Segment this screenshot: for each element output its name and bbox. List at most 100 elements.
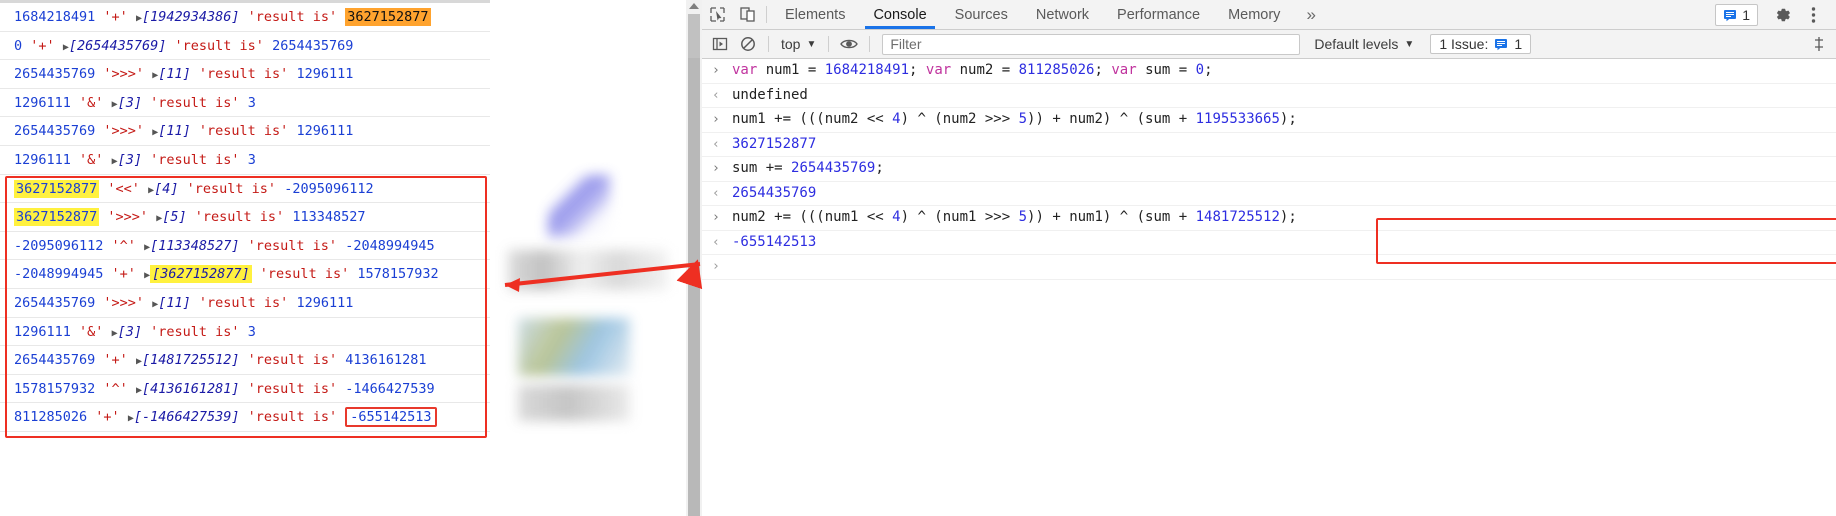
blurred-page-content [490,0,686,516]
log-result-label: 'result is' [247,352,338,369]
log-row[interactable]: 2654435769 '>>>' ▶[11] 'result is' 12961… [0,117,490,146]
tab-sources[interactable]: Sources [941,0,1022,29]
code-token: 2654435769 [791,160,876,176]
tabbar-divider [766,6,767,23]
log-operator: '&' [79,323,104,340]
log-row[interactable]: 1296111 '&' ▶[3] 'result is' 3 [0,89,490,118]
log-row[interactable]: -2095096112 '^' ▶[113348527] 'result is'… [0,232,490,261]
execution-context-select[interactable]: top ▼ [775,36,822,52]
log-row[interactable]: -2048994945 '+' ▶ [3627152877] 'result is… [0,260,490,289]
log-row[interactable]: 1578157932 '^' ▶[4136161281] 'result is'… [0,375,490,404]
log-operand-array: [1942934386] [141,9,240,25]
input-caret-icon: › [712,63,720,78]
console-output-line: ‹ 2654435769 [702,182,1836,206]
log-operand-left: 811285026 [14,409,88,426]
log-row[interactable]: 1296111 '&' ▶[3] 'result is' 3 [0,146,490,175]
console-message-list[interactable]: › var num1 = 1684218491; var num2 = 81128… [702,59,1836,280]
code-token: 1195533665 [1195,111,1280,127]
log-result-label: 'result is' [194,209,285,226]
input-caret-icon: › [712,112,720,127]
log-operand-array: [11] [158,123,191,140]
tab-elements[interactable]: Elements [771,0,859,29]
code-token: 4 [892,209,901,225]
message-icon [1495,39,1508,51]
device-toolbar-icon[interactable] [732,0,762,29]
log-operator: '<<' [107,180,140,197]
log-row[interactable]: 1296111 '&' ▶[3] 'result is' 3 [0,318,490,347]
log-row[interactable]: 0 '+' ▶[2654435769] 'result is' 26544357… [0,32,490,61]
log-row[interactable]: 2654435769 '>>>' ▶[11] 'result is' 12961… [0,60,490,89]
log-result-value: 1296111 [296,294,354,311]
log-row[interactable]: 1684218491 '+' ▶[1942934386] 'result is'… [0,3,490,32]
log-result-value: 113348527 [292,209,366,226]
log-operator: '^' [103,380,128,397]
code-token: = [807,62,825,78]
tab-memory[interactable]: Memory [1214,0,1294,29]
log-operator: '>>>' [107,209,149,226]
log-result-label: 'result is' [150,94,240,111]
execution-context-label: top [781,36,801,52]
code-token: sum += [732,160,792,176]
log-operand-array: [3627152877] [150,265,252,284]
log-levels-select[interactable]: Default levels ▼ [1314,36,1414,52]
blurred-block-middle [508,250,668,290]
scrollbar-thumb[interactable] [688,14,700,58]
tab-performance[interactable]: Performance [1103,0,1214,29]
code-token: num2 += (((num1 << [732,209,893,225]
log-row[interactable]: 3627152877 '>>>' ▶[5] 'result is' 113348… [0,203,490,232]
log-operator: '+' [111,266,136,283]
issues-label: 1 Issue: [1439,36,1489,52]
clear-console-icon[interactable] [734,32,762,56]
issues-chip[interactable]: 1 Issue: 1 [1430,34,1532,54]
more-vertical-icon[interactable] [1798,0,1828,29]
console-settings-icon[interactable] [1812,36,1832,52]
console-prompt-line[interactable]: › [702,255,1836,280]
code-token: 811285026 [1018,62,1095,78]
console-input-line: › sum += 2654435769; [702,157,1836,182]
log-row[interactable]: 811285026 '+' ▶[-1466427539] 'result is'… [0,403,490,432]
log-operator: '^' [111,237,136,254]
log-operand-left: 1578157932 [14,380,96,397]
toolbar-divider-1 [768,36,769,52]
log-operator: '+' [30,37,55,54]
filter-input[interactable] [882,33,1301,55]
log-operand-array: [4] [154,180,179,197]
chevron-down-icon: ▼ [806,38,817,50]
tab-network[interactable]: Network [1022,0,1103,29]
message-icon [1724,9,1737,21]
console-input-line: › var num1 = 1684218491; var num2 = 81128… [702,59,1836,84]
log-result-value: 4136161281 [345,352,427,369]
live-expression-eye-icon[interactable] [835,32,863,56]
scrollbar-track[interactable] [688,58,700,516]
gear-icon[interactable] [1768,0,1798,29]
log-operand-left: 1296111 [14,323,71,340]
log-result-label: 'result is' [186,180,277,197]
log-result-label: 'result is' [247,409,338,426]
log-result-label: 'result is' [150,151,240,168]
log-result-label: 'result is' [198,123,289,140]
message-count-badge[interactable]: 1 [1715,3,1758,26]
cursor-inspect-icon[interactable] [702,0,732,29]
console-sidebar-icon[interactable] [706,32,734,56]
scrollbar-up-arrow-icon[interactable] [689,3,699,9]
code-token: ) ^ (num1 >>> [900,209,1019,225]
code-token: undefined [732,86,808,103]
log-result-value: -2095096112 [284,180,374,197]
log-row[interactable]: 3627152877 '<<' ▶[4] 'result is' -209509… [0,175,490,204]
log-row[interactable]: 2654435769 '+' ▶[1481725512] 'result is'… [0,346,490,375]
output-caret-icon: ‹ [712,185,720,201]
log-operand-left: 2654435769 [14,352,96,369]
code-token: num2 [959,62,1002,78]
log-row[interactable]: 2654435769 '>>>' ▶[11] 'result is' 12961… [0,289,490,318]
console-input-line: › num2 += (((num1 << 4) ^ (num1 >>> 5)) +… [702,206,1836,231]
output-caret-icon: ‹ [712,87,720,103]
log-result-value: 3 [247,94,256,111]
page-scrollbar[interactable] [686,0,703,516]
log-operator: '&' [79,151,104,168]
input-caret-icon: › [712,210,720,225]
tab-console[interactable]: Console [859,0,940,29]
log-row-list[interactable]: 1684218491 '+' ▶[1942934386] 'result is'… [0,3,490,432]
message-count-value: 1 [1742,6,1750,23]
more-tabs-button[interactable]: » [1294,0,1327,29]
log-operand-left: 2654435769 [14,66,96,83]
